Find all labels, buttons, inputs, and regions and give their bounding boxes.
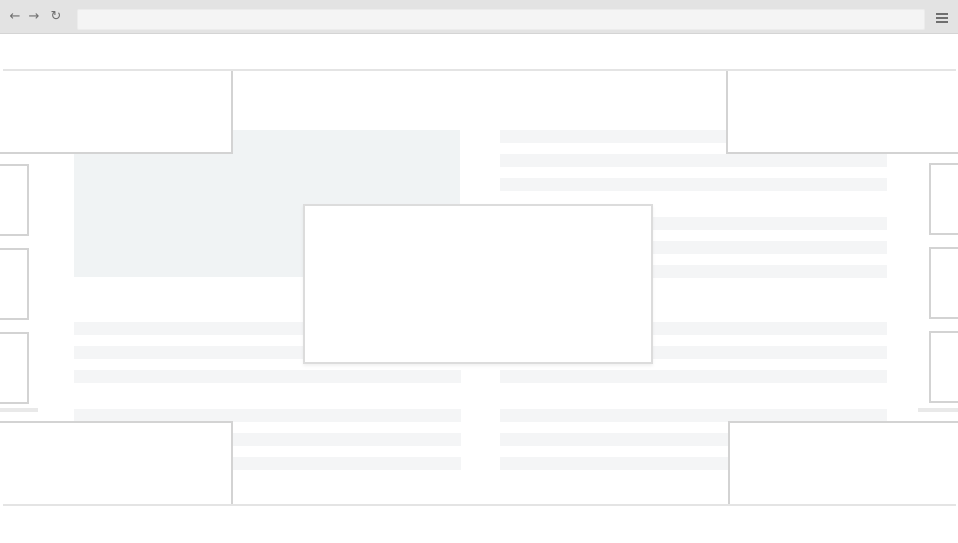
- right-side-tab: [929, 247, 958, 319]
- right-ledge: [918, 408, 958, 412]
- center-dialog: [303, 204, 653, 364]
- reload-icon[interactable]: ↻: [48, 9, 64, 25]
- right-side-tab: [929, 331, 958, 403]
- text-line-placeholder: [500, 370, 887, 383]
- bottom-right-frame: [728, 421, 958, 504]
- top-right-frame: [726, 71, 958, 154]
- browser-toolbar: ← → ↻: [0, 0, 958, 34]
- bottom-left-frame: [0, 421, 233, 504]
- right-side-tab: [929, 163, 958, 235]
- left-side-tab: [0, 164, 29, 236]
- hamburger-menu-icon[interactable]: [934, 9, 950, 25]
- text-line-placeholder: [500, 154, 887, 167]
- text-line-placeholder: [74, 370, 461, 383]
- page-canvas: [0, 35, 958, 543]
- left-side-tab: [0, 248, 29, 320]
- arrow-right-icon[interactable]: →: [26, 9, 42, 25]
- bottom-divider: [3, 504, 956, 506]
- left-ledge: [0, 408, 38, 412]
- arrow-left-icon[interactable]: ←: [7, 9, 23, 25]
- text-line-placeholder: [500, 178, 887, 191]
- address-bar[interactable]: [77, 9, 925, 30]
- top-left-frame: [0, 71, 233, 154]
- left-side-tab: [0, 332, 29, 404]
